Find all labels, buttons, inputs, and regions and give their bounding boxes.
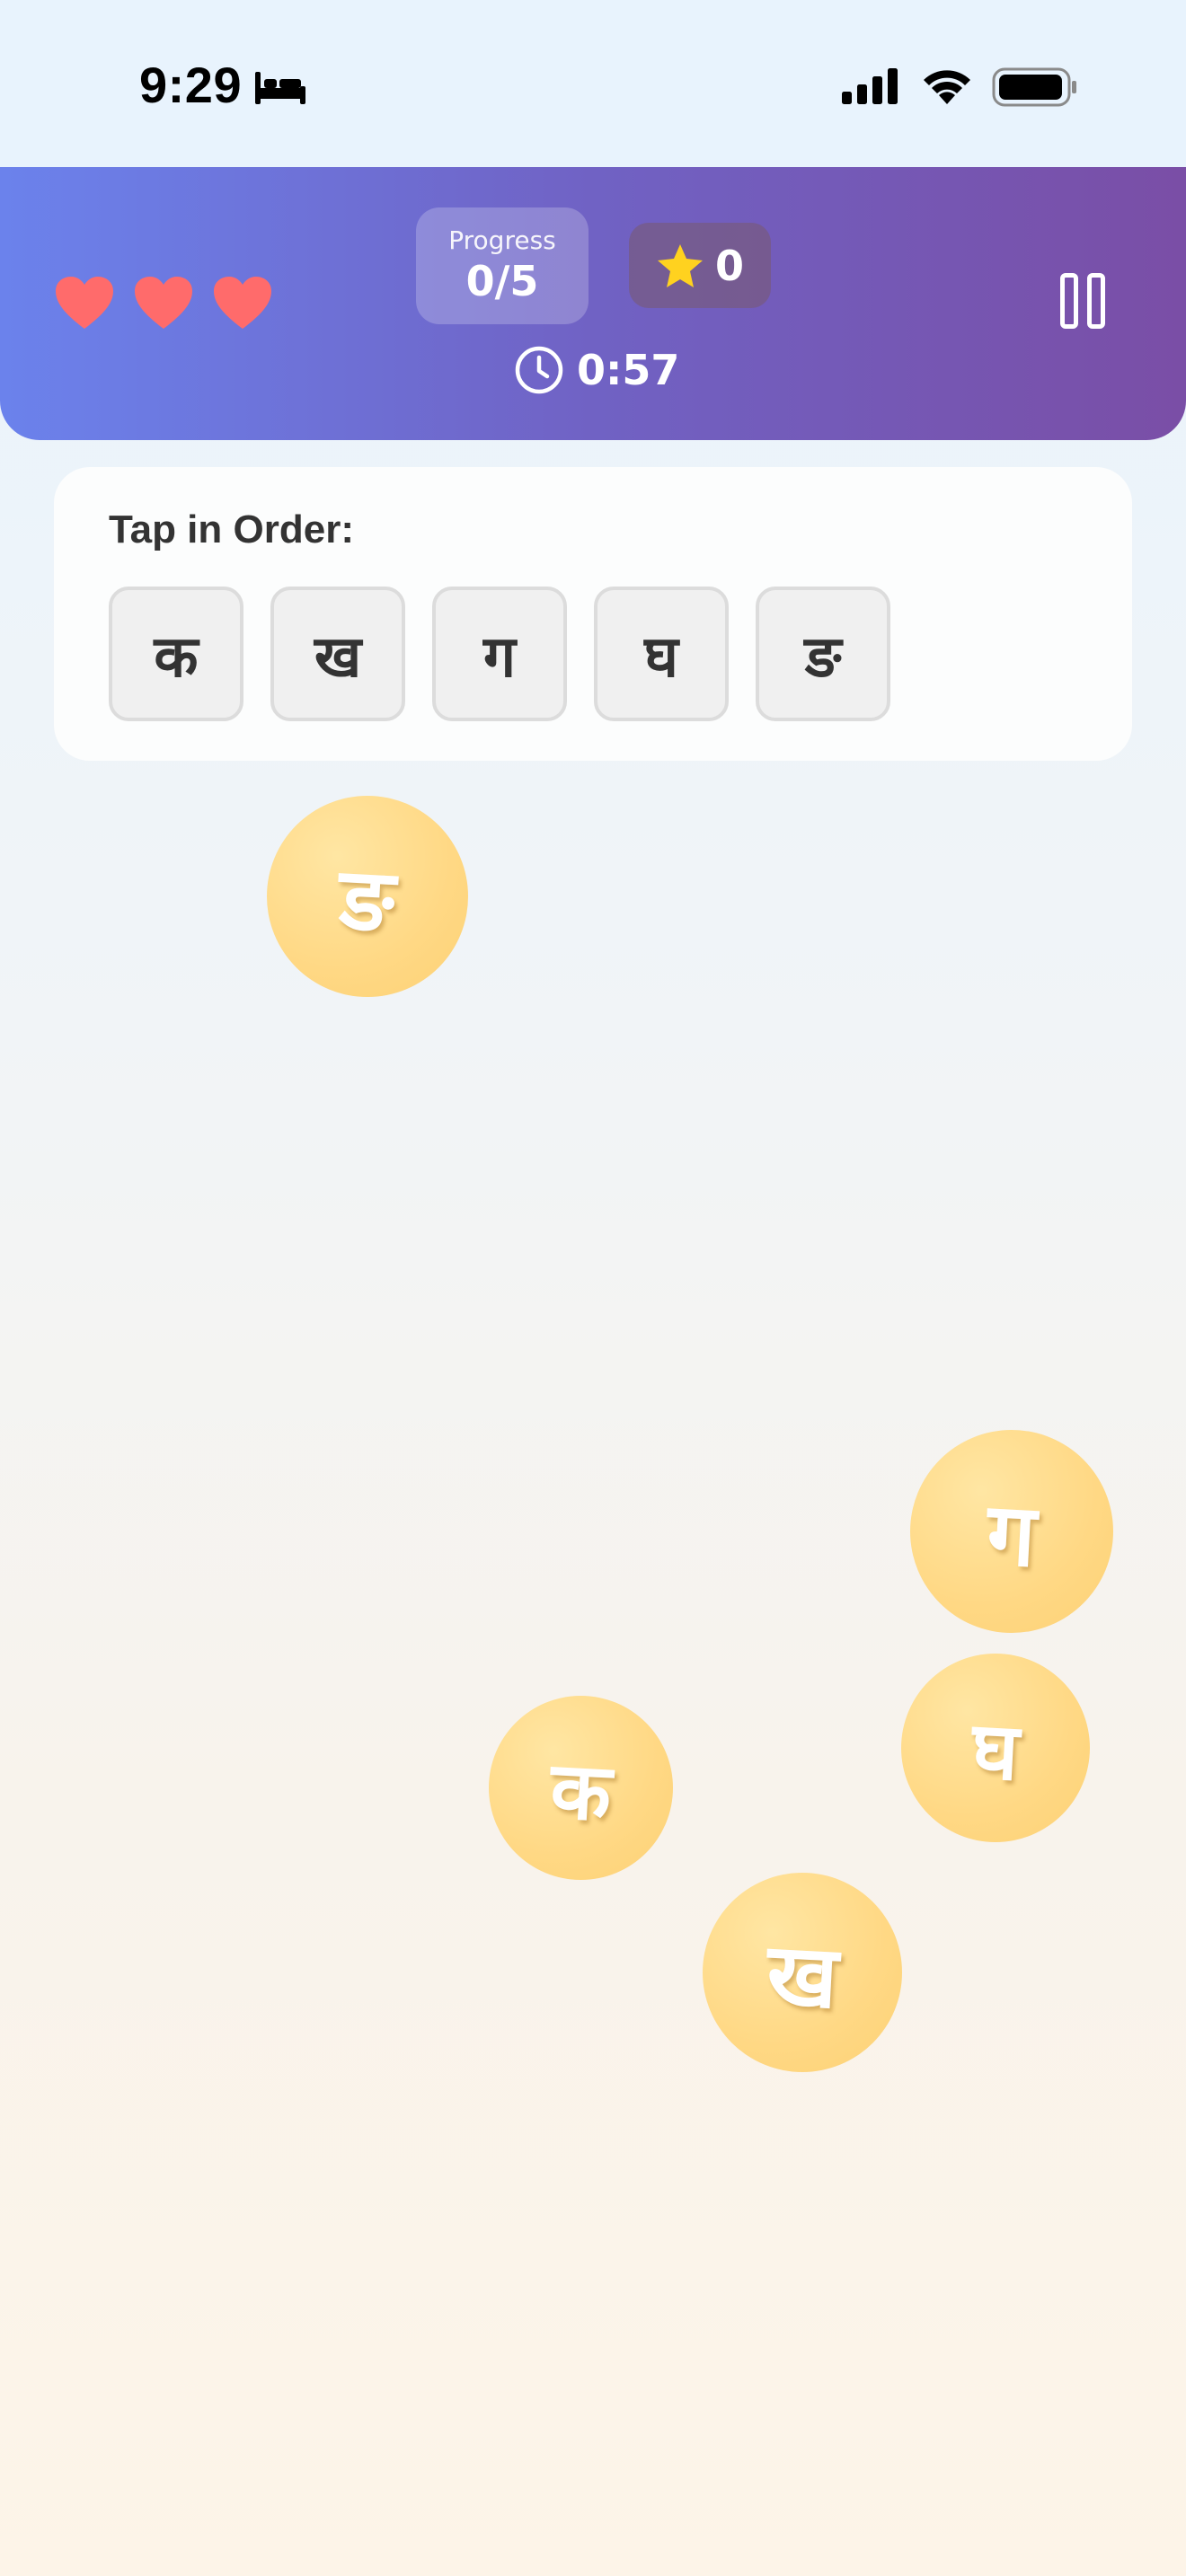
heart-icon (56, 277, 113, 329)
order-tile: ङ (756, 587, 890, 721)
order-tile: घ (594, 587, 729, 721)
heart-icon (214, 277, 271, 329)
pause-icon (1060, 273, 1078, 329)
cellular-signal-icon (842, 68, 898, 104)
letter-bubble[interactable]: घ (901, 1654, 1090, 1842)
progress-label: Progress (448, 225, 556, 255)
heart-icon (135, 277, 192, 329)
letter-bubble[interactable]: ख (703, 1873, 902, 2072)
bubble-letter: घ (969, 1703, 1022, 1799)
order-tile: ग (432, 587, 567, 721)
wifi-icon (924, 70, 970, 104)
bubble-letter: ग (984, 1483, 1039, 1586)
stars-count: 0 (714, 241, 744, 290)
star-icon (657, 243, 703, 287)
bubble-letter: ख (764, 1923, 840, 2028)
game-header: Progress 0/5 0 0:57 (0, 167, 1186, 440)
letter-bubble[interactable]: क (489, 1696, 673, 1880)
status-time: 9:29 (139, 57, 243, 113)
letter-bubble[interactable]: ग (910, 1430, 1113, 1633)
timer-text: 0:57 (577, 346, 680, 394)
pause-button[interactable] (1060, 273, 1111, 332)
order-card: Tap in Order: क ख ग घ ङ (54, 467, 1132, 761)
bed-icon (255, 72, 305, 104)
lives (54, 275, 273, 331)
letter-bubble[interactable]: ङ (267, 796, 468, 997)
bubble-letter: क (547, 1742, 614, 1839)
status-bar: 9:29 (0, 0, 1186, 167)
order-tiles: क ख ग घ ङ (109, 587, 890, 721)
pause-icon (1087, 273, 1105, 329)
stars-counter: 0 (629, 223, 771, 308)
clock-icon (515, 346, 563, 394)
battery-icon (992, 67, 1076, 107)
order-title: Tap in Order: (109, 507, 354, 551)
bubble-letter: ङ (337, 847, 398, 952)
order-tile: क (109, 587, 243, 721)
progress-value: 0/5 (465, 257, 539, 305)
progress-indicator: Progress 0/5 (416, 207, 589, 324)
order-tile: ख (270, 587, 405, 721)
timer: 0:57 (514, 345, 679, 395)
